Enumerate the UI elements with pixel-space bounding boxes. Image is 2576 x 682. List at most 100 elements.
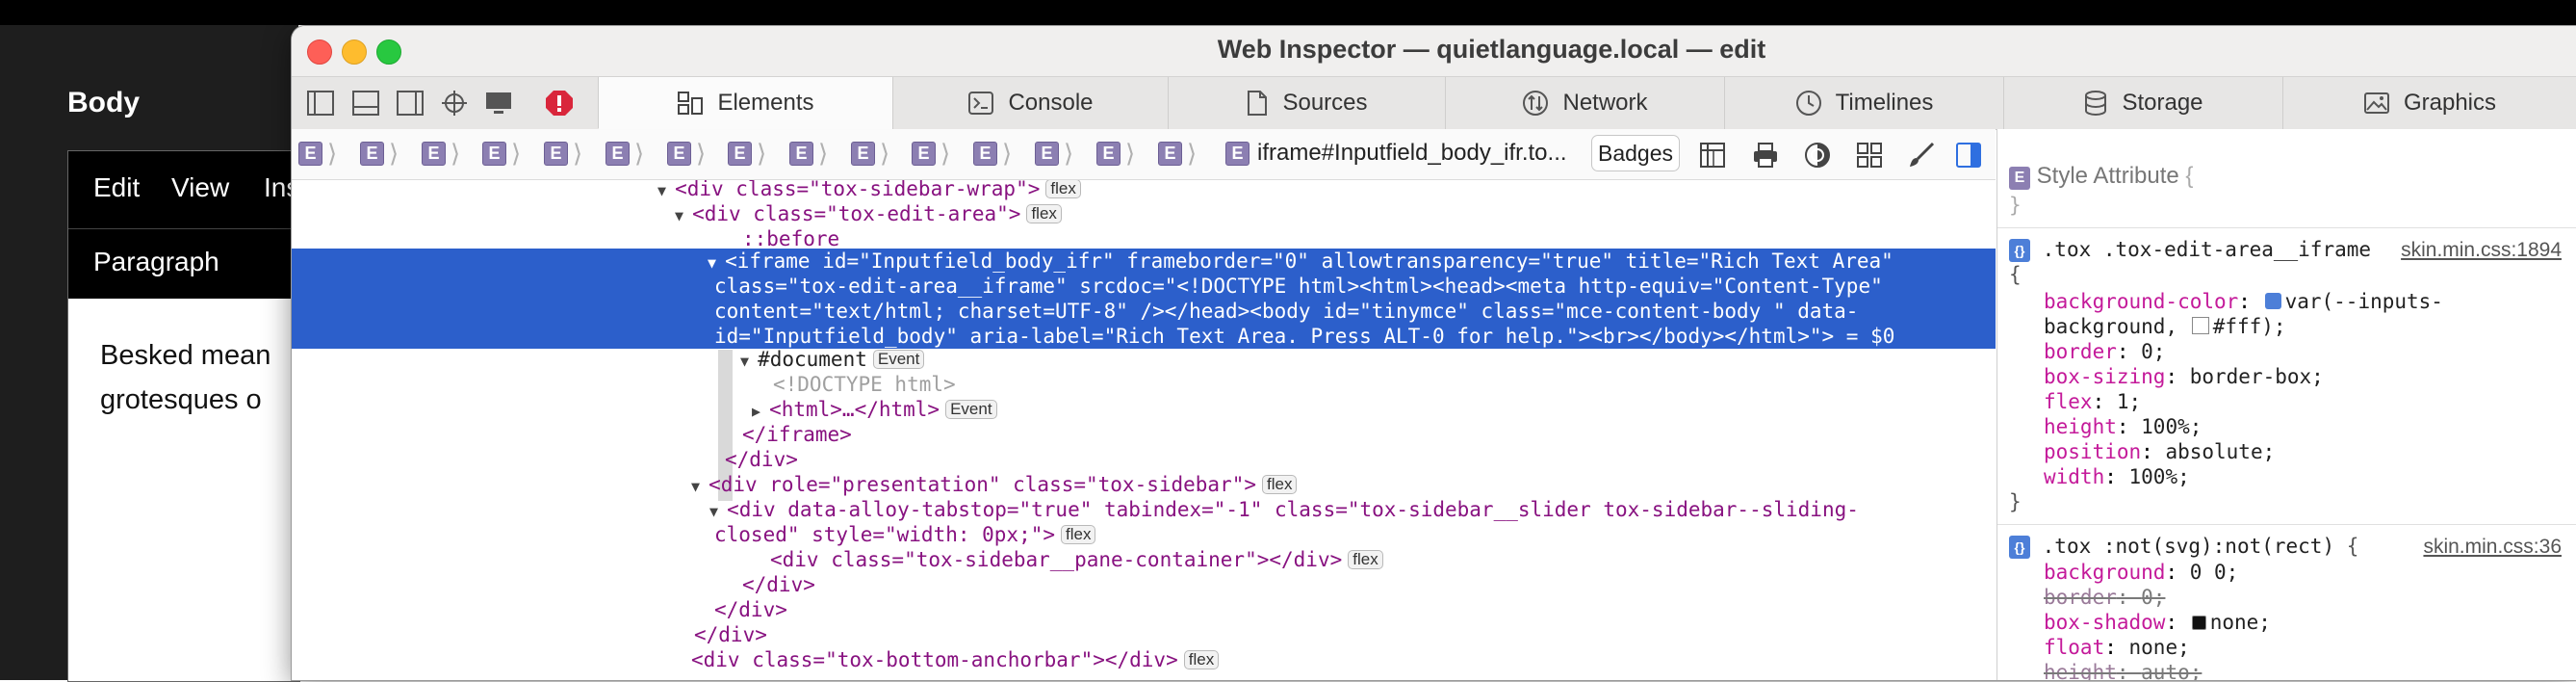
css-declaration[interactable]: box-sizing: border-box; [2044,364,2324,390]
dom-node-row[interactable]: <div class="tox-bottom-anchorbar"></div>… [691,647,1220,672]
paint-brush-icon[interactable] [1907,141,1936,170]
breadcrumb-current[interactable]: iframe#Inputfield_body_ifr.to... [1257,140,1567,167]
css-declaration[interactable]: width: 100%; [2044,464,2190,490]
error-octagon-icon[interactable] [545,90,574,117]
layout-grid-icon[interactable] [1698,141,1727,170]
breadcrumb-separator: ⟩ [757,139,767,168]
dom-node-row[interactable]: </div> [742,572,815,597]
breadcrumb-element-icon[interactable]: E [912,142,936,166]
rule-divider [1997,524,2576,525]
breadcrumb-element-icon[interactable]: E [605,142,630,166]
tab-sources[interactable]: Sources [1168,77,1445,129]
breadcrumb-element-icon[interactable]: E [667,142,691,166]
css-declaration[interactable]: background-color: var(--inputs- [2044,289,2443,315]
dom-tree[interactable]: ▼ <div class="tox-sidebar-wrap"> flex ▼ <… [292,180,1996,680]
tab-graphics[interactable]: Graphics [2282,77,2576,129]
css-source-link[interactable]: skin.min.css:1894 [2401,237,2562,263]
flex-badge[interactable]: flex [1061,525,1096,544]
flex-badge[interactable]: flex [1348,550,1383,569]
event-badge[interactable]: Event [872,350,925,369]
content-line: Besked mean [100,340,271,371]
breadcrumb-element-icon[interactable]: E [851,142,875,166]
css-declaration[interactable]: float: none; [2044,635,2190,661]
tab-storage[interactable]: Storage [2003,77,2282,129]
css-declaration[interactable]: background: 0 0; [2044,560,2238,586]
style-attribute-header[interactable]: E Style Attribute { [2009,163,2193,190]
tab-timelines[interactable]: Timelines [1724,77,2003,129]
dom-node-row[interactable]: </div> [725,447,798,472]
css-declaration[interactable]: height: 100%; [2044,414,2202,440]
dom-node-row[interactable]: ▶ <html>…</html> Event [752,397,997,422]
css-declaration-overridden[interactable]: height: auto; [2044,660,2202,680]
block-format-select[interactable]: Paragraph [93,247,219,277]
flex-badge[interactable]: flex [1045,180,1081,198]
dock-left-icon[interactable] [306,90,335,117]
css-declaration[interactable]: flex: 1; [2044,389,2141,415]
tab-label: Console [1008,90,1094,116]
tab-label: Graphics [2403,90,2497,116]
breadcrumb-separator: ⟩ [451,139,461,168]
dom-node-row[interactable]: ▼ <div class="tox-sidebar-wrap"> flex [657,180,1081,201]
clock-icon [1795,91,1821,116]
css-source-link[interactable]: skin.min.css:36 [2423,534,2562,560]
selected-node[interactable]: ▼ <iframe id="Inputfield_body_ifr" frame… [292,249,1996,349]
dom-node-row[interactable]: closed" style="width: 0px;"> flex [714,522,1096,547]
dom-node-row[interactable]: </iframe> [742,422,852,447]
flex-badge[interactable]: flex [1262,475,1298,494]
dock-tools [292,77,598,129]
flex-badge[interactable]: flex [1026,204,1062,223]
css-declaration[interactable]: box-shadow: none; [2044,610,2271,636]
element-icon: E [2009,167,2030,190]
toggle-details-sidebar-icon[interactable] [1954,141,1983,170]
variable-icon [2264,293,2281,309]
breadcrumb-element-icon[interactable]: E [973,142,997,166]
tab-elements[interactable]: Elements [598,77,892,129]
breadcrumb-element-icon[interactable]: E [482,142,506,166]
dom-node-row[interactable]: ▼ <div data-alloy-tabstop="true" tabinde… [709,497,1859,522]
element-picker-icon[interactable] [440,90,469,117]
breadcrumb-element-icon[interactable]: E [789,142,813,166]
css-rule-selector[interactable]: {} .tox :not(svg):not(rect) { [2009,534,2358,560]
breadcrumb-element-icon[interactable]: E [1158,142,1182,166]
badges-button[interactable]: Badges [1591,135,1680,171]
dom-node-row[interactable]: <div class="tox-sidebar__pane-container"… [770,547,1383,572]
dock-right-icon[interactable] [396,90,425,117]
css-declaration[interactable]: border: 0; [2044,339,2165,365]
color-swatch[interactable] [2191,317,2209,334]
menu-view[interactable]: View [171,172,229,203]
dom-node-row[interactable]: <!DOCTYPE html> [773,372,956,397]
css-declaration[interactable]: position: absolute; [2044,439,2275,465]
compositing-borders-icon[interactable] [1855,141,1884,170]
shadow-swatch[interactable] [2191,616,2206,630]
dom-node-row[interactable]: ▼ <div role="presentation" class="tox-si… [691,472,1298,497]
tab-bar: Elements Console Sources Network Timelin… [292,76,2576,130]
image-icon [2363,92,2389,114]
dock-bottom-icon[interactable] [351,90,380,117]
menu-edit[interactable]: Edit [93,172,140,203]
flex-badge[interactable]: flex [1183,650,1220,669]
tab-console[interactable]: Console [892,77,1168,129]
css-declaration-overridden[interactable]: border: 0; [2044,585,2165,611]
breadcrumb-element-icon[interactable]: E [1225,142,1249,166]
color-scheme-icon[interactable] [1803,141,1832,170]
tab-network[interactable]: Network [1445,77,1724,129]
breadcrumb-element-icon[interactable]: E [544,142,568,166]
breadcrumb-element-icon[interactable]: E [1096,142,1121,166]
dom-node-row[interactable]: ▼ <div class="tox-edit-area"> flex [675,201,1062,226]
breadcrumb-separator: ⟩ [389,139,399,168]
dom-node-row[interactable]: ▼ #document Event [740,347,925,372]
breadcrumb-element-icon[interactable]: E [422,142,446,166]
breadcrumb-element-icon[interactable]: E [1035,142,1059,166]
selected-node-line: content="text/html; charset=UTF-8" /></h… [714,300,1859,323]
dom-node-row[interactable]: </div> [714,597,787,622]
print-icon[interactable] [1751,141,1780,170]
selected-node-line: <iframe id="Inputfield_body_ifr" framebo… [725,249,1893,273]
editor-content[interactable]: Besked mean grotesques o [100,333,312,422]
breadcrumb-element-icon[interactable]: E [728,142,752,166]
breadcrumb-element-icon[interactable]: E [360,142,384,166]
breadcrumb-element-icon[interactable]: E [298,142,322,166]
css-rule-selector[interactable]: {} .tox .tox-edit-area__iframe [2009,237,2371,263]
event-badge[interactable]: Event [945,400,997,419]
device-icon[interactable] [484,90,513,117]
dom-node-row[interactable]: </div> [694,622,767,647]
